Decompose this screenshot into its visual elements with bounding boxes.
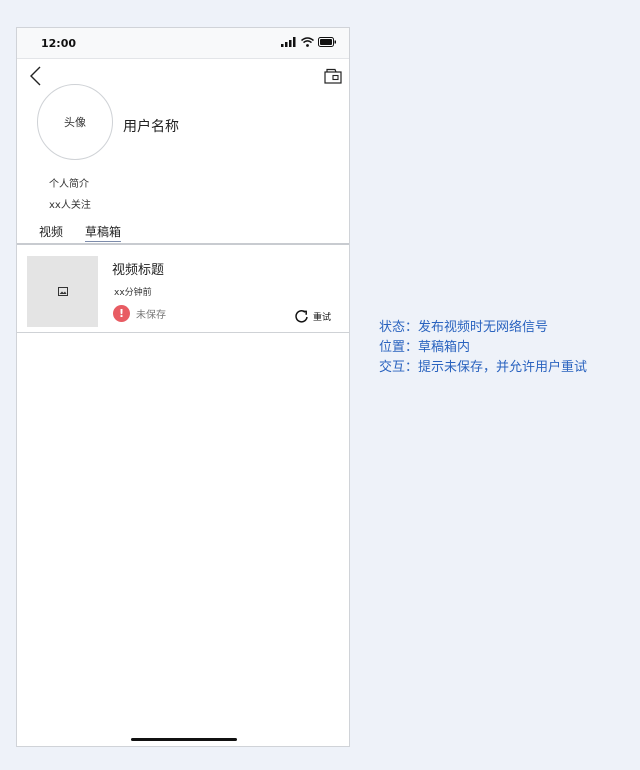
username: 用户名称: [123, 119, 179, 135]
status-icons: [281, 37, 337, 47]
signal-icon: [281, 37, 296, 47]
chevron-left-icon[interactable]: [27, 65, 45, 87]
wallet-icon[interactable]: [324, 68, 342, 84]
wifi-icon: [301, 37, 314, 47]
avatar[interactable]: 头像: [37, 84, 113, 160]
refresh-icon: [295, 310, 308, 323]
avatar-label: 头像: [64, 116, 86, 129]
warning-icon: !: [113, 305, 130, 322]
annotation-interaction: 交互：提示未保存，并允许用户重试: [379, 360, 588, 375]
profile-bio: 个人简介: [49, 179, 89, 190]
draft-item[interactable]: 视频标题 xx分钟前 ! 未保存 重试: [17, 245, 349, 333]
annotation-state: 状态：发布视频时无网络信号: [379, 320, 549, 335]
retry-label: 重试: [312, 313, 331, 323]
draft-title: 视频标题: [112, 263, 165, 278]
unsaved-label: 未保存: [136, 310, 166, 321]
followers-count: xx人关注: [49, 200, 91, 211]
phone-frame: 12:00 头像 用户名称 个人简介 xx人关注 视频 草稿箱 视频标题 xx分…: [16, 27, 350, 747]
video-thumbnail: [27, 256, 98, 327]
image-placeholder-icon: [57, 287, 68, 296]
battery-icon: [318, 37, 336, 47]
status-bar: 12:00: [17, 28, 349, 59]
tab-drafts[interactable]: 草稿箱: [85, 223, 122, 242]
home-indicator: [131, 738, 237, 741]
annotation-note: 状态：发布视频时无网络信号 位置：草稿箱内 交互：提示未保存，并允许用户重试: [379, 318, 587, 378]
status-time: 12:00: [41, 37, 77, 50]
retry-button[interactable]: 重试: [294, 309, 331, 324]
unsaved-status: ! 未保存: [113, 305, 166, 322]
tab-videos[interactable]: 视频: [39, 223, 63, 240]
draft-time: xx分钟前: [114, 288, 152, 298]
annotation-location: 位置：草稿箱内: [379, 340, 471, 355]
